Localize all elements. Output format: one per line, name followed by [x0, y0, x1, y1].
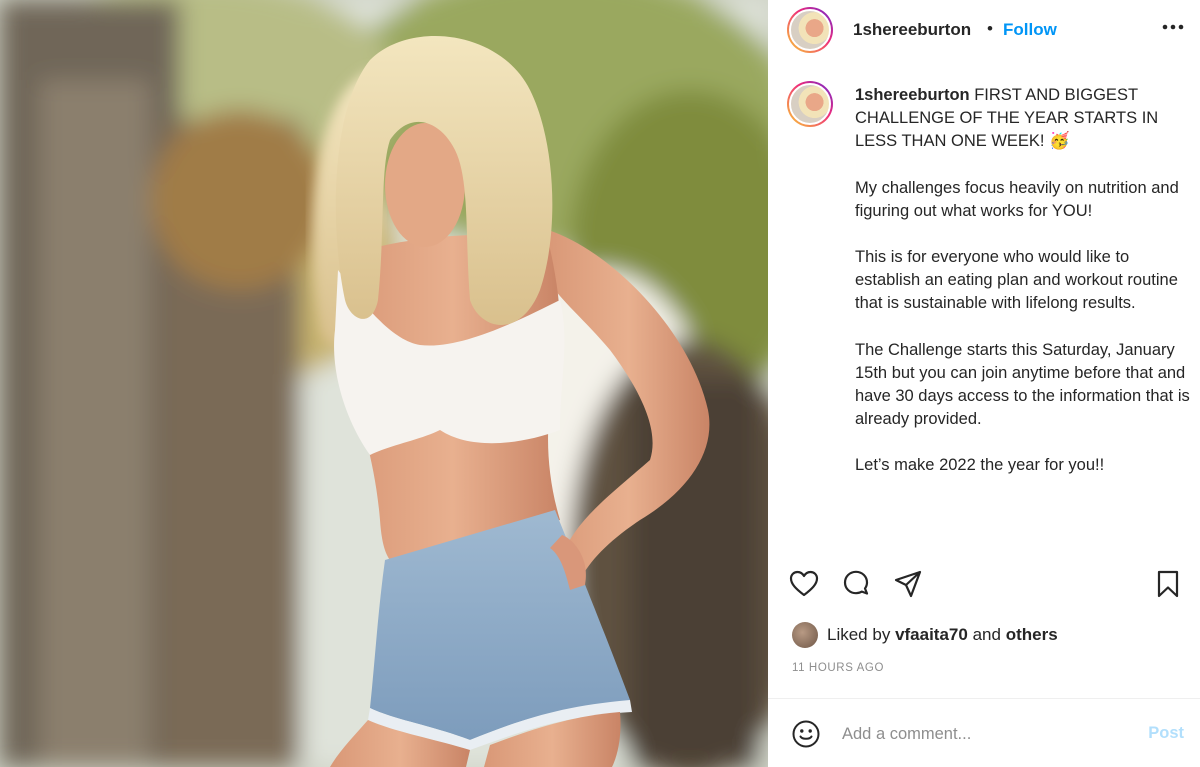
photo-illustration [0, 0, 768, 767]
more-options-icon[interactable] [1160, 14, 1186, 40]
liker-avatar[interactable] [792, 622, 818, 648]
heart-icon[interactable] [788, 568, 820, 600]
likes-prefix: Liked by [827, 625, 891, 644]
post-caption: 1shereeburton FIRST AND BIGGEST CHALLENG… [855, 84, 1190, 546]
post-timestamp[interactable]: 11 HOURS AGO [792, 662, 884, 674]
comment-icon[interactable] [840, 568, 872, 600]
follow-button[interactable]: Follow [1003, 20, 1057, 40]
avatar-image [789, 9, 831, 51]
caption-username[interactable]: 1shereeburton [855, 86, 970, 104]
liker-username[interactable]: vfaaita70 [895, 625, 968, 645]
post-comment-button[interactable]: Post [1148, 724, 1184, 743]
bookmark-icon[interactable] [1152, 568, 1184, 600]
caption-avatar[interactable] [787, 81, 833, 127]
author-avatar[interactable] [787, 7, 833, 53]
separator-dot: • [987, 19, 993, 38]
likes-summary: Liked by vfaaita70 and others [792, 622, 1058, 648]
action-bar [788, 568, 1188, 600]
divider [768, 698, 1200, 699]
instagram-post: 1shereeburton • Follow 1shereeburton FIR… [0, 0, 1200, 767]
comment-input[interactable] [842, 720, 1132, 748]
post-photo[interactable] [0, 0, 768, 767]
post-header: 1shereeburton • Follow [768, 0, 1200, 62]
share-icon[interactable] [892, 568, 924, 600]
caption-paragraph: Let’s make 2022 the year for you!! [855, 456, 1105, 475]
likes-joiner: and [972, 625, 1001, 644]
caption-paragraph: This is for everyone who would like to e… [855, 248, 1178, 313]
likes-others-link[interactable]: others [1006, 625, 1058, 645]
emoji-icon[interactable] [790, 718, 822, 750]
caption-paragraph: The Challenge starts this Saturday, Janu… [855, 340, 1190, 429]
caption-intro: 1shereeburton FIRST AND BIGGEST CHALLENG… [855, 84, 1190, 154]
caption-paragraph: My challenges focus heavily on nutrition… [855, 178, 1179, 220]
avatar-image [789, 83, 831, 125]
post-side-panel: 1shereeburton • Follow 1shereeburton FIR… [768, 0, 1200, 767]
author-username[interactable]: 1shereeburton [853, 20, 971, 40]
comment-bar: Post [768, 716, 1200, 752]
